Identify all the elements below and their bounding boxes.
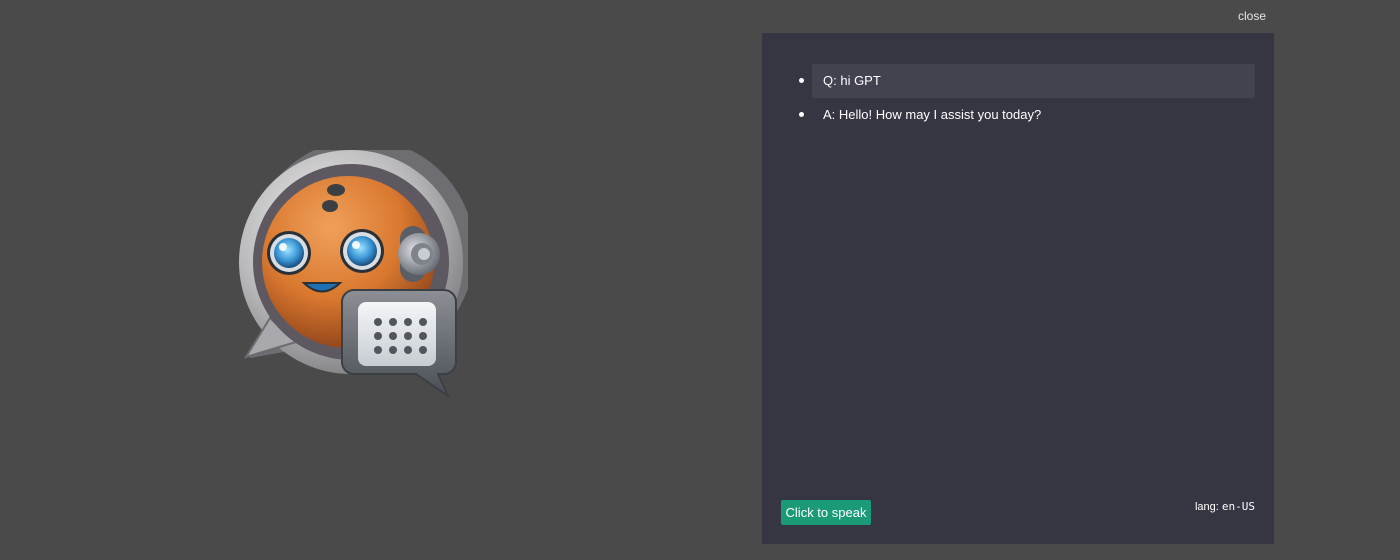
language-label: lang: xyxy=(1194,501,1219,513)
chat-panel: Q: hi GPT A: Hello! How may I assist you… xyxy=(762,33,1274,544)
message-item-answer: A: Hello! How may I assist you today? xyxy=(799,98,1255,132)
bullet-icon xyxy=(799,112,804,117)
message-text: A: Hello! How may I assist you today? xyxy=(823,107,1042,122)
speak-button[interactable]: Click to speak xyxy=(781,500,871,525)
language-indicator: lang: en-US xyxy=(1195,499,1255,515)
message-item-question: Q: hi GPT xyxy=(799,64,1255,98)
message-text: Q: hi GPT xyxy=(823,73,881,88)
message-list: Q: hi GPT A: Hello! How may I assist you… xyxy=(799,64,1255,132)
app-stage: close Q: hi GPT A: Hello! How may I assi… xyxy=(0,0,1400,560)
close-link[interactable]: close xyxy=(1238,8,1266,24)
language-code: en-US xyxy=(1221,500,1255,513)
robot-chat-logo-icon xyxy=(239,139,475,399)
bullet-icon xyxy=(799,78,804,83)
robot-chat-logo xyxy=(236,139,475,400)
